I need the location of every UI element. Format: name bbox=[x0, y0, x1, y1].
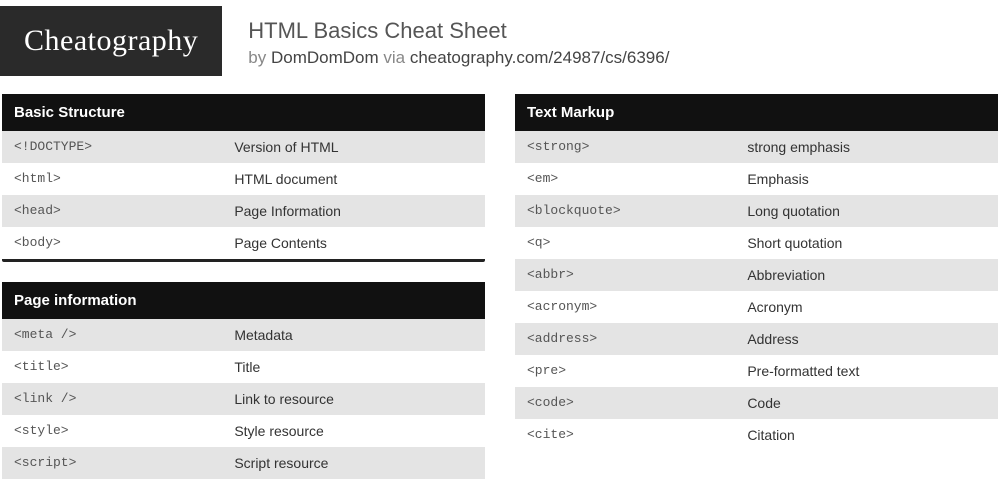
tag-cell: <title> bbox=[14, 359, 234, 375]
tag-cell: <acronym> bbox=[527, 299, 747, 315]
tag-cell: <cite> bbox=[527, 427, 747, 443]
tag-cell: <blockquote> bbox=[527, 203, 747, 219]
tag-cell: <abbr> bbox=[527, 267, 747, 283]
table-row: <em>Emphasis bbox=[515, 163, 998, 195]
tag-cell: <address> bbox=[527, 331, 747, 347]
table-row: <address>Address bbox=[515, 323, 998, 355]
author-name: DomDomDom bbox=[271, 48, 379, 67]
desc-cell: Code bbox=[747, 395, 986, 411]
desc-cell: HTML document bbox=[234, 171, 473, 187]
byline: by DomDomDom via cheatography.com/24987/… bbox=[248, 48, 669, 68]
desc-cell: Citation bbox=[747, 427, 986, 443]
page-information-section: Page information <meta />Metadata <title… bbox=[2, 282, 485, 479]
title-block: HTML Basics Cheat Sheet by DomDomDom via… bbox=[248, 14, 669, 68]
basic-structure-section: Basic Structure <!DOCTYPE>Version of HTM… bbox=[2, 94, 485, 262]
table-row: <html>HTML document bbox=[2, 163, 485, 195]
table-row: <!DOCTYPE>Version of HTML bbox=[2, 131, 485, 163]
desc-cell: Short quotation bbox=[747, 235, 986, 251]
desc-cell: Link to resource bbox=[234, 391, 473, 407]
desc-cell: Address bbox=[747, 331, 986, 347]
content-columns: Basic Structure <!DOCTYPE>Version of HTM… bbox=[0, 94, 1000, 499]
table-row: <acronym>Acronym bbox=[515, 291, 998, 323]
tag-cell: <pre> bbox=[527, 363, 747, 379]
tag-cell: <style> bbox=[14, 423, 234, 439]
page-header: Cheatography HTML Basics Cheat Sheet by … bbox=[0, 0, 1000, 94]
site-logo: Cheatography bbox=[0, 6, 222, 76]
desc-cell: Long quotation bbox=[747, 203, 986, 219]
tag-cell: <head> bbox=[14, 203, 234, 219]
section-body: <strong>strong emphasis <em>Emphasis <bl… bbox=[515, 131, 998, 451]
table-row: <link />Link to resource bbox=[2, 383, 485, 415]
text-markup-section: Text Markup <strong>strong emphasis <em>… bbox=[515, 94, 998, 451]
table-row: <strong>strong emphasis bbox=[515, 131, 998, 163]
desc-cell: Version of HTML bbox=[234, 139, 473, 155]
page-title: HTML Basics Cheat Sheet bbox=[248, 18, 669, 44]
table-row: <style>Style resource bbox=[2, 415, 485, 447]
desc-cell: Page Contents bbox=[234, 235, 473, 251]
via-label: via bbox=[379, 48, 410, 67]
tag-cell: <body> bbox=[14, 235, 234, 251]
desc-cell: Style resource bbox=[234, 423, 473, 439]
left-column: Basic Structure <!DOCTYPE>Version of HTM… bbox=[2, 94, 485, 499]
table-row: <q>Short quotation bbox=[515, 227, 998, 259]
table-row: <meta />Metadata bbox=[2, 319, 485, 351]
desc-cell: Acronym bbox=[747, 299, 986, 315]
tag-cell: <em> bbox=[527, 171, 747, 187]
desc-cell: Page Information bbox=[234, 203, 473, 219]
desc-cell: Metadata bbox=[234, 327, 473, 343]
desc-cell: Title bbox=[234, 359, 473, 375]
desc-cell: Pre-formatted text bbox=[747, 363, 986, 379]
desc-cell: Abbreviation bbox=[747, 267, 986, 283]
tag-cell: <meta /> bbox=[14, 327, 234, 343]
table-row: <body>Page Contents bbox=[2, 227, 485, 259]
tag-cell: <link /> bbox=[14, 391, 234, 407]
table-row: <code>Code bbox=[515, 387, 998, 419]
desc-cell: strong emphasis bbox=[747, 139, 986, 155]
table-row: <head>Page Information bbox=[2, 195, 485, 227]
desc-cell: Emphasis bbox=[747, 171, 986, 187]
table-row: <cite>Citation bbox=[515, 419, 998, 451]
tag-cell: <q> bbox=[527, 235, 747, 251]
section-body: <meta />Metadata <title>Title <link />Li… bbox=[2, 319, 485, 479]
by-label: by bbox=[248, 48, 271, 67]
table-row: <blockquote>Long quotation bbox=[515, 195, 998, 227]
tag-cell: <html> bbox=[14, 171, 234, 187]
right-column: Text Markup <strong>strong emphasis <em>… bbox=[515, 94, 998, 499]
tag-cell: <strong> bbox=[527, 139, 747, 155]
section-body: <!DOCTYPE>Version of HTML <html>HTML doc… bbox=[2, 131, 485, 259]
table-row: <script>Script resource bbox=[2, 447, 485, 479]
tag-cell: <script> bbox=[14, 455, 234, 471]
desc-cell: Script resource bbox=[234, 455, 473, 471]
section-header: Text Markup bbox=[515, 94, 998, 131]
table-row: <pre>Pre-formatted text bbox=[515, 355, 998, 387]
tag-cell: <code> bbox=[527, 395, 747, 411]
table-row: <abbr>Abbreviation bbox=[515, 259, 998, 291]
section-header: Page information bbox=[2, 282, 485, 319]
source-url[interactable]: cheatography.com/24987/cs/6396/ bbox=[410, 48, 670, 67]
section-header: Basic Structure bbox=[2, 94, 485, 131]
table-row: <title>Title bbox=[2, 351, 485, 383]
tag-cell: <!DOCTYPE> bbox=[14, 139, 234, 155]
